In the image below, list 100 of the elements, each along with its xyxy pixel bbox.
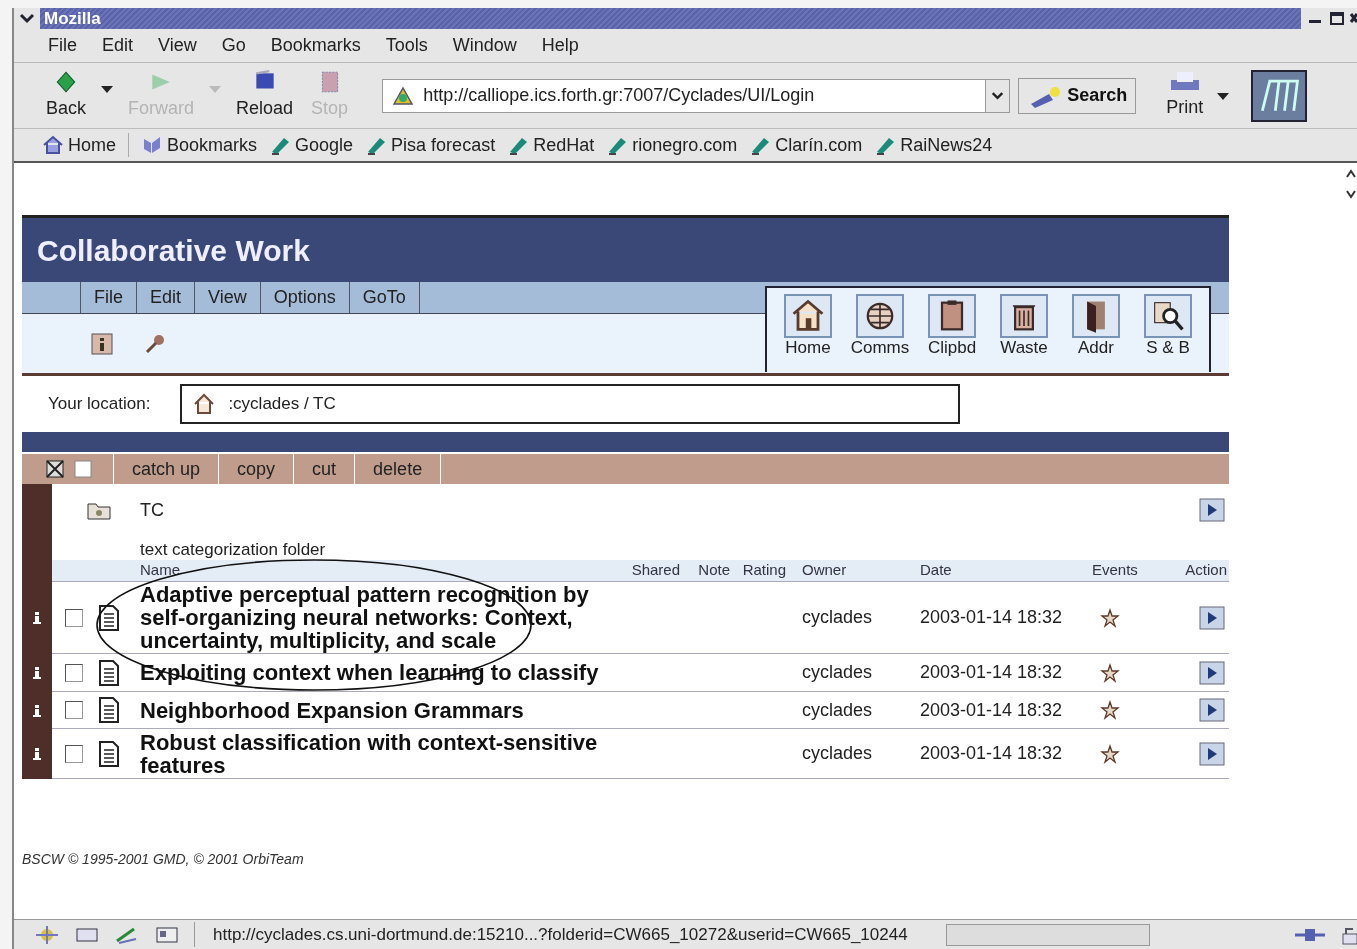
bookmark-link[interactable]: RedHat [533, 131, 595, 159]
menu-item[interactable]: Help [541, 32, 579, 59]
play-icon[interactable] [1199, 605, 1225, 630]
document-icon[interactable] [98, 604, 120, 631]
document-icon[interactable] [98, 659, 120, 686]
location-label: Your location: [48, 393, 151, 416]
action-button[interactable]: catch up [114, 454, 220, 484]
owner-cell-text: cyclades [802, 742, 874, 765]
owner-cell-text: cyclades [802, 606, 874, 629]
address-card-icon[interactable] [154, 924, 180, 945]
bookmark-link[interactable]: Google [295, 131, 354, 159]
bookmark-link[interactable]: RaiNews24 [900, 131, 993, 159]
status-text: http://cyclades.cs.uni-dortmund.de:15210...?folderid=CW665_10272&userid=CW665_10244 [194, 921, 908, 948]
dropdown-icon[interactable] [985, 79, 1010, 112]
star-icon[interactable] [1100, 700, 1120, 720]
column-header[interactable]: Name [52, 559, 620, 582]
folder-name[interactable]: TC [140, 496, 164, 524]
star-icon[interactable] [1100, 662, 1120, 683]
info-icon[interactable] [33, 748, 41, 760]
document-icon[interactable] [98, 740, 120, 767]
action-button[interactable]: cut [294, 454, 356, 484]
window-title: Mozilla [44, 7, 101, 30]
menu-item[interactable]: Options [259, 282, 349, 313]
bookmark-link[interactable]: rionegro.com [632, 131, 738, 159]
menu-item[interactable]: File [48, 32, 77, 59]
url-field[interactable]: http://calliope.ics.forth.gr:7007/Cyclades/UI/Login [382, 78, 1011, 113]
column-header[interactable]: Owner [786, 559, 904, 582]
play-icon[interactable] [1199, 498, 1225, 522]
info-icon[interactable] [33, 704, 41, 717]
document-title[interactable]: Neighborhood Expansion Grammars [140, 698, 615, 722]
caret-icon[interactable] [1215, 90, 1232, 101]
column-header[interactable]: Shared [620, 559, 680, 582]
document-title[interactable]: Robust classification with context-sensitive features [140, 730, 615, 777]
nav-icon-button[interactable]: Waste [991, 294, 1057, 372]
clipboard-icon [928, 294, 976, 338]
action-button[interactable]: copy [219, 454, 295, 484]
menu-item[interactable]: Go [221, 32, 246, 59]
date-cell-text: 2003-01-14 18:32 [920, 661, 1064, 684]
nav-icon-button[interactable]: Comms [847, 294, 913, 372]
owner-cell-text: cyclades [802, 661, 874, 684]
reload-button[interactable]: Reload [232, 69, 298, 122]
date-cell-text: 2003-01-14 18:32 [920, 698, 1064, 722]
select-all-icon[interactable] [46, 460, 64, 478]
nav-icon-button[interactable]: Addr [1063, 294, 1129, 372]
folder-description: text categorization folder [140, 540, 326, 560]
bookmark-link[interactable]: Clarín.com [775, 131, 863, 159]
star-icon[interactable] [1100, 743, 1120, 764]
column-header[interactable]: Events [1074, 559, 1154, 582]
bookmark-link[interactable]: Pisa forecast [391, 131, 496, 159]
chevron-icon[interactable] [14, 8, 40, 29]
network-icon[interactable] [34, 924, 60, 945]
info-icon[interactable] [33, 612, 41, 624]
column-header[interactable]: Date [904, 559, 1074, 582]
row-checkbox[interactable] [65, 744, 83, 763]
play-icon[interactable] [1199, 698, 1225, 722]
deselect-icon[interactable] [74, 460, 92, 478]
menu-item[interactable]: Tools [385, 32, 428, 59]
document-icon[interactable] [98, 697, 120, 723]
row-checkbox[interactable] [65, 663, 83, 682]
date-cell-text: 2003-01-14 18:32 [920, 742, 1064, 765]
row-checkbox[interactable] [65, 701, 83, 719]
bookmark-link[interactable]: Bookmarks [167, 131, 258, 159]
home-icon [42, 134, 64, 156]
action-button[interactable]: delete [355, 454, 442, 484]
logo-icon[interactable] [1251, 69, 1308, 122]
owner-cell-text: cyclades [802, 698, 874, 722]
home-icon [784, 294, 832, 338]
nav-icon-button[interactable]: S & B [1135, 294, 1201, 372]
search-button[interactable]: Search [1018, 77, 1137, 114]
globe-icon [856, 294, 904, 338]
date-cell-text: 2003-01-14 18:32 [920, 606, 1064, 629]
menu-item[interactable]: Bookmarks [270, 32, 361, 59]
column-header[interactable]: Action [1154, 559, 1227, 582]
menu-item[interactable]: Edit [136, 282, 195, 313]
row-checkbox[interactable] [65, 608, 83, 627]
play-icon[interactable] [1199, 660, 1225, 685]
column-header[interactable]: Note [680, 559, 730, 582]
menu-item[interactable]: Edit [102, 32, 134, 59]
nav-icon-button[interactable]: Clipbd [919, 294, 985, 372]
footer-text: BSCW © 1995-2001 GMD, © 2001 OrbiTeam [22, 850, 305, 869]
home-link[interactable]: Home [68, 131, 116, 159]
print-button[interactable]: Print [1166, 94, 1204, 121]
bookmarks-icon [141, 134, 163, 156]
book-icon [1072, 294, 1120, 338]
home-button[interactable]: Home [775, 294, 841, 372]
star-icon[interactable] [1100, 607, 1120, 628]
back-button[interactable]: Back [42, 69, 91, 122]
menu-item[interactable]: Window [452, 32, 517, 59]
menu-item[interactable]: View [158, 32, 197, 59]
play-icon[interactable] [1199, 741, 1225, 766]
location-path[interactable]: :cyclades / TC [228, 391, 336, 417]
info-icon[interactable] [33, 667, 41, 679]
menu-item[interactable]: File [80, 282, 136, 313]
menu-item[interactable]: GoTo [348, 282, 420, 313]
maximize-icon[interactable] [1327, 9, 1347, 28]
column-header[interactable]: Rating [730, 559, 786, 582]
caret-icon[interactable] [100, 83, 115, 94]
menu-item[interactable]: View [194, 282, 260, 313]
info-icon[interactable] [90, 331, 114, 356]
page-title: Collaborative Work [37, 232, 310, 269]
